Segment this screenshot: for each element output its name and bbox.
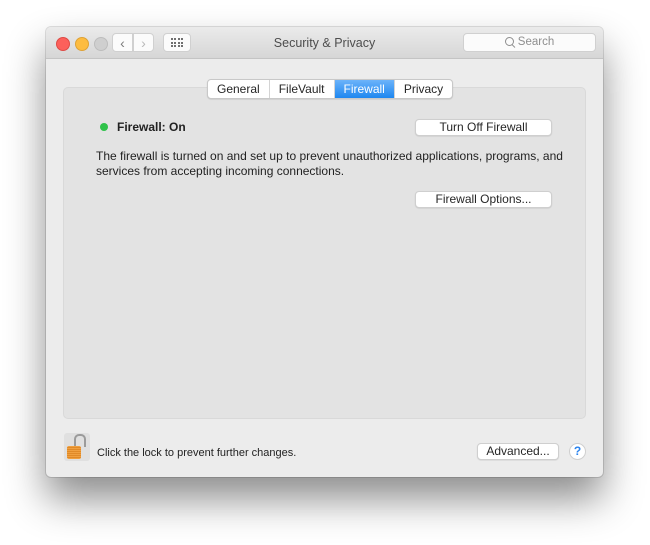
tab-filevault[interactable]: FileVault bbox=[270, 80, 335, 98]
tab-general[interactable]: General bbox=[208, 80, 270, 98]
firewall-options-button[interactable]: Firewall Options... bbox=[415, 191, 552, 208]
status-indicator-icon bbox=[100, 123, 108, 131]
tab-privacy[interactable]: Privacy bbox=[395, 80, 452, 98]
tab-bar: General FileVault Firewall Privacy bbox=[207, 79, 454, 99]
turn-off-firewall-button[interactable]: Turn Off Firewall bbox=[415, 119, 552, 136]
content-panel bbox=[63, 87, 586, 419]
lock-text: Click the lock to prevent further change… bbox=[97, 447, 297, 459]
firewall-status: Firewall: On bbox=[117, 120, 186, 134]
help-button[interactable]: ? bbox=[569, 443, 586, 460]
search-icon bbox=[504, 37, 514, 46]
search-input[interactable]: Search bbox=[463, 33, 596, 52]
security-privacy-window: ‹ › Security & Privacy Search General Fi… bbox=[46, 27, 603, 477]
question-mark-icon: ? bbox=[573, 444, 582, 458]
lock-button[interactable] bbox=[64, 433, 90, 461]
tab-firewall[interactable]: Firewall bbox=[334, 80, 395, 98]
search-placeholder: Search bbox=[517, 36, 555, 48]
firewall-description: The firewall is turned on and set up to … bbox=[96, 149, 563, 178]
titlebar: ‹ › Security & Privacy Search bbox=[46, 27, 603, 59]
advanced-button[interactable]: Advanced... bbox=[477, 443, 559, 460]
